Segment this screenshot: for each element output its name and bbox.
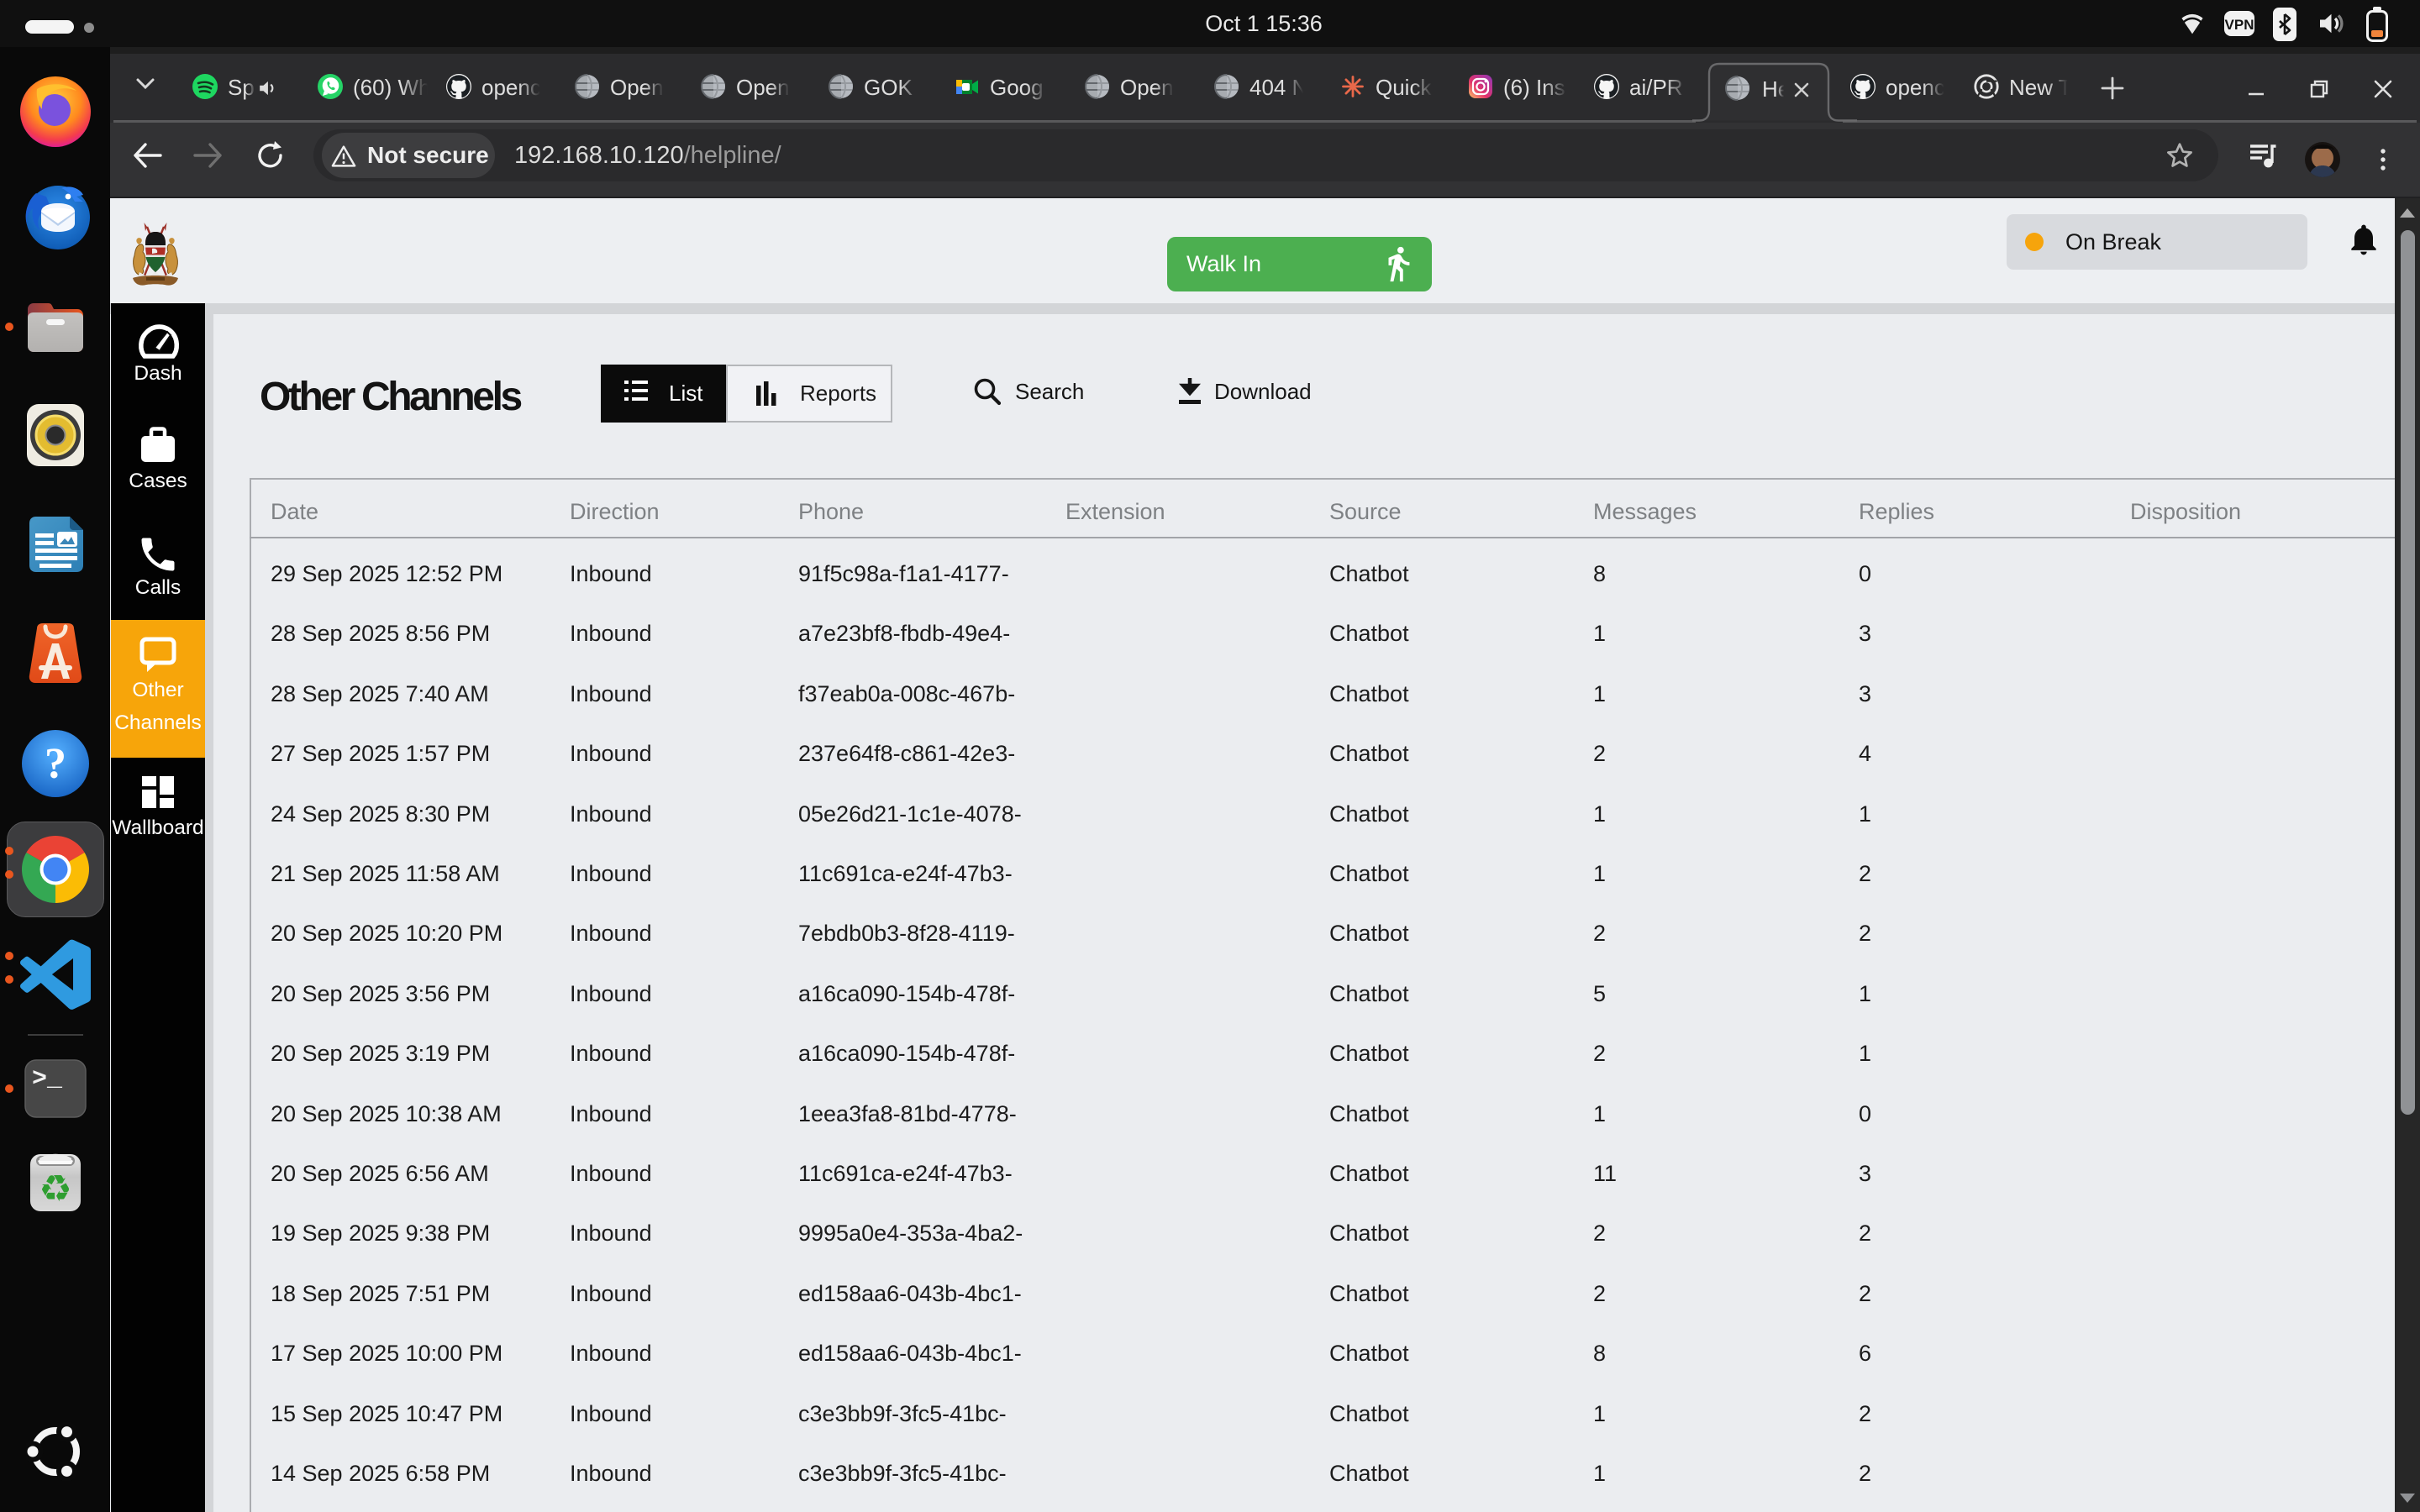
svg-text:♻: ♻	[39, 1168, 71, 1210]
svg-text:VPN: VPN	[2225, 17, 2254, 33]
svg-text:?: ?	[45, 740, 66, 788]
svg-text:>_: >_	[32, 1065, 63, 1094]
